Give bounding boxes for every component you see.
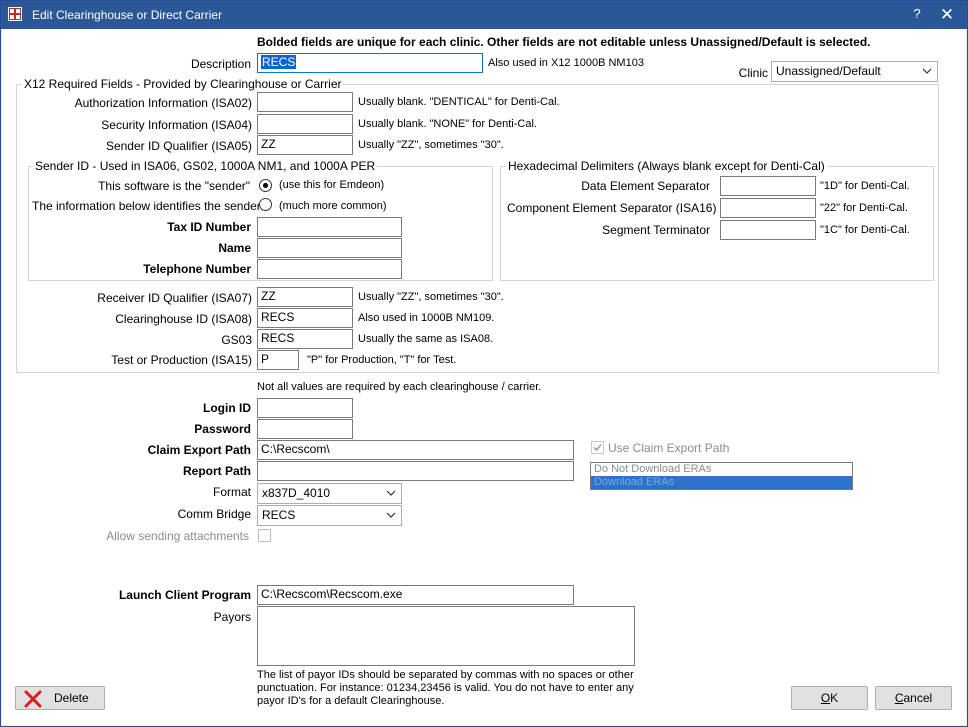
isa08-note: Also used in 1000B NM109. (358, 312, 495, 324)
isa02-label: Authorization Information (ISA02) (74, 96, 252, 110)
payors-textarea[interactable] (257, 606, 635, 666)
use-claim-export-checkbox[interactable] (591, 441, 604, 454)
sender-software-radio[interactable] (259, 179, 272, 192)
payor-note: The list of payor IDs should be separate… (257, 669, 634, 707)
ok-label-mnemonic: O (820, 691, 831, 705)
isa07-note: Usually "ZZ", sometimes "30". (358, 291, 504, 303)
format-select[interactable]: x837D_4010 (257, 483, 402, 504)
allow-attachments-label: Allow sending attachments (106, 529, 249, 543)
sender-below-radio[interactable] (259, 198, 272, 211)
app-grid-icon (8, 7, 22, 21)
isa05-field[interactable]: ZZ (257, 135, 353, 155)
data-sep-field[interactable] (720, 176, 816, 196)
clinic-label: Clinic (738, 66, 768, 80)
comp-sep-field[interactable] (720, 198, 816, 218)
comm-bridge-select[interactable]: RECS (257, 505, 402, 526)
tax-id-field[interactable] (257, 217, 402, 237)
comm-bridge-value: RECS (262, 508, 296, 522)
isa04-field[interactable] (257, 114, 353, 134)
isa02-field[interactable] (257, 92, 353, 112)
hex-group-title: Hexadecimal Delimiters (Always blank exc… (506, 159, 827, 173)
comm-bridge-label: Comm Bridge (177, 507, 251, 521)
help-button[interactable]: ? (907, 6, 927, 21)
isa05-note: Usually "ZZ", sometimes "30". (358, 139, 504, 151)
chevron-down-icon (922, 68, 932, 74)
sender-name-label: Name (218, 241, 251, 255)
gs03-field[interactable]: RECS (257, 329, 353, 349)
isa05-label: Sender ID Qualifier (ISA05) (105, 139, 252, 153)
header-notice: Bolded fields are unique for each clinic… (257, 35, 871, 49)
cancel-label: ancel (903, 691, 933, 705)
sender-software-note: (use this for Emdeon) (279, 179, 385, 191)
era-listbox[interactable]: Do Not Download ERAs Download ERAs (590, 462, 853, 490)
claim-export-field[interactable]: C:\Recscom\ (257, 440, 574, 460)
seg-term-note: "1C" for Denti-Cal. (820, 224, 910, 236)
payors-label: Payors (213, 610, 251, 624)
isa02-note: Usually blank. "DENTICAL" for Denti-Cal. (358, 96, 560, 108)
description-field[interactable]: RECS (257, 53, 483, 73)
isa08-field[interactable]: RECS (257, 308, 353, 328)
edit-clearinghouse-window: Edit Clearinghouse or Direct Carrier ? ✕… (0, 0, 968, 727)
isa04-label: Security Information (ISA04) (101, 118, 252, 132)
comp-sep-note: "22" for Denti-Cal. (820, 202, 908, 214)
report-path-label: Report Path (182, 464, 251, 478)
password-label: Password (194, 422, 251, 436)
login-label: Login ID (203, 401, 251, 415)
cancel-button[interactable]: Cancel (875, 686, 952, 710)
sender-group-title: Sender ID - Used in ISA06, GS02, 1000A N… (33, 159, 378, 173)
sender-software-label: This software is the "sender" (98, 179, 250, 193)
delete-button[interactable]: Delete (15, 686, 105, 710)
data-sep-label: Data Element Separator (581, 179, 710, 193)
password-field[interactable] (257, 419, 353, 439)
delete-x-icon (24, 690, 42, 708)
telephone-field[interactable] (257, 259, 402, 279)
gs03-label: GS03 (221, 333, 252, 347)
format-value: x837D_4010 (262, 486, 331, 500)
telephone-label: Telephone Number (143, 262, 251, 276)
claim-export-label: Claim Export Path (147, 443, 251, 457)
delete-label: Delete (54, 691, 89, 705)
sender-below-label: The information below identifies the sen… (32, 199, 261, 213)
ok-label: K (830, 691, 839, 705)
chevron-down-icon (386, 512, 396, 518)
checkmark-icon (593, 443, 602, 452)
launch-client-label: Launch Client Program (118, 588, 251, 602)
isa07-field[interactable]: ZZ (257, 287, 353, 307)
clinic-value: Unassigned/Default (776, 64, 881, 78)
isa08-label: Clearinghouse ID (ISA08) (115, 312, 252, 326)
isa15-field[interactable]: P (257, 350, 299, 370)
comp-sep-label: Component Element Separator (ISA16) (507, 201, 717, 215)
description-value: RECS (261, 55, 297, 69)
gs03-note: Usually the same as ISA08. (358, 333, 494, 345)
isa15-note: "P" for Production, "T" for Test. (307, 354, 457, 366)
chevron-down-icon (386, 490, 396, 496)
description-label: Description (190, 57, 251, 71)
format-label: Format (212, 485, 251, 499)
use-claim-export-label: Use Claim Export Path (608, 441, 730, 455)
era-option-download[interactable]: Download ERAs (591, 476, 852, 489)
era-option-do-not-download[interactable]: Do Not Download ERAs (591, 463, 852, 476)
dialog-body: Bolded fields are unique for each clinic… (2, 29, 966, 725)
report-path-field[interactable] (257, 461, 574, 481)
description-note: Also used in X12 1000B NM103 (488, 57, 644, 69)
sender-name-field[interactable] (257, 238, 402, 258)
seg-term-label: Segment Terminator (602, 223, 710, 237)
isa04-note: Usually blank. "NONE" for Denti-Cal. (358, 118, 537, 130)
sender-below-note: (much more common) (279, 200, 387, 212)
required-note: Not all values are required by each clea… (257, 381, 542, 393)
allow-attachments-checkbox[interactable] (258, 529, 271, 542)
isa07-label: Receiver ID Qualifier (ISA07) (97, 291, 252, 305)
window-title: Edit Clearinghouse or Direct Carrier (32, 8, 223, 22)
x12-group-title: X12 Required Fields - Provided by Cleari… (22, 77, 344, 91)
login-field[interactable] (257, 398, 353, 418)
tax-id-label: Tax ID Number (167, 220, 251, 234)
launch-client-field[interactable]: C:\Recscom\Recscom.exe (257, 585, 574, 605)
title-bar: Edit Clearinghouse or Direct Carrier ? ✕ (1, 1, 967, 29)
ok-button[interactable]: OK (791, 686, 868, 710)
seg-term-field[interactable] (720, 220, 816, 240)
data-sep-note: "1D" for Denti-Cal. (820, 180, 910, 192)
clinic-select[interactable]: Unassigned/Default (771, 61, 938, 82)
isa15-label: Test or Production (ISA15) (111, 353, 252, 367)
close-button[interactable]: ✕ (935, 5, 959, 25)
